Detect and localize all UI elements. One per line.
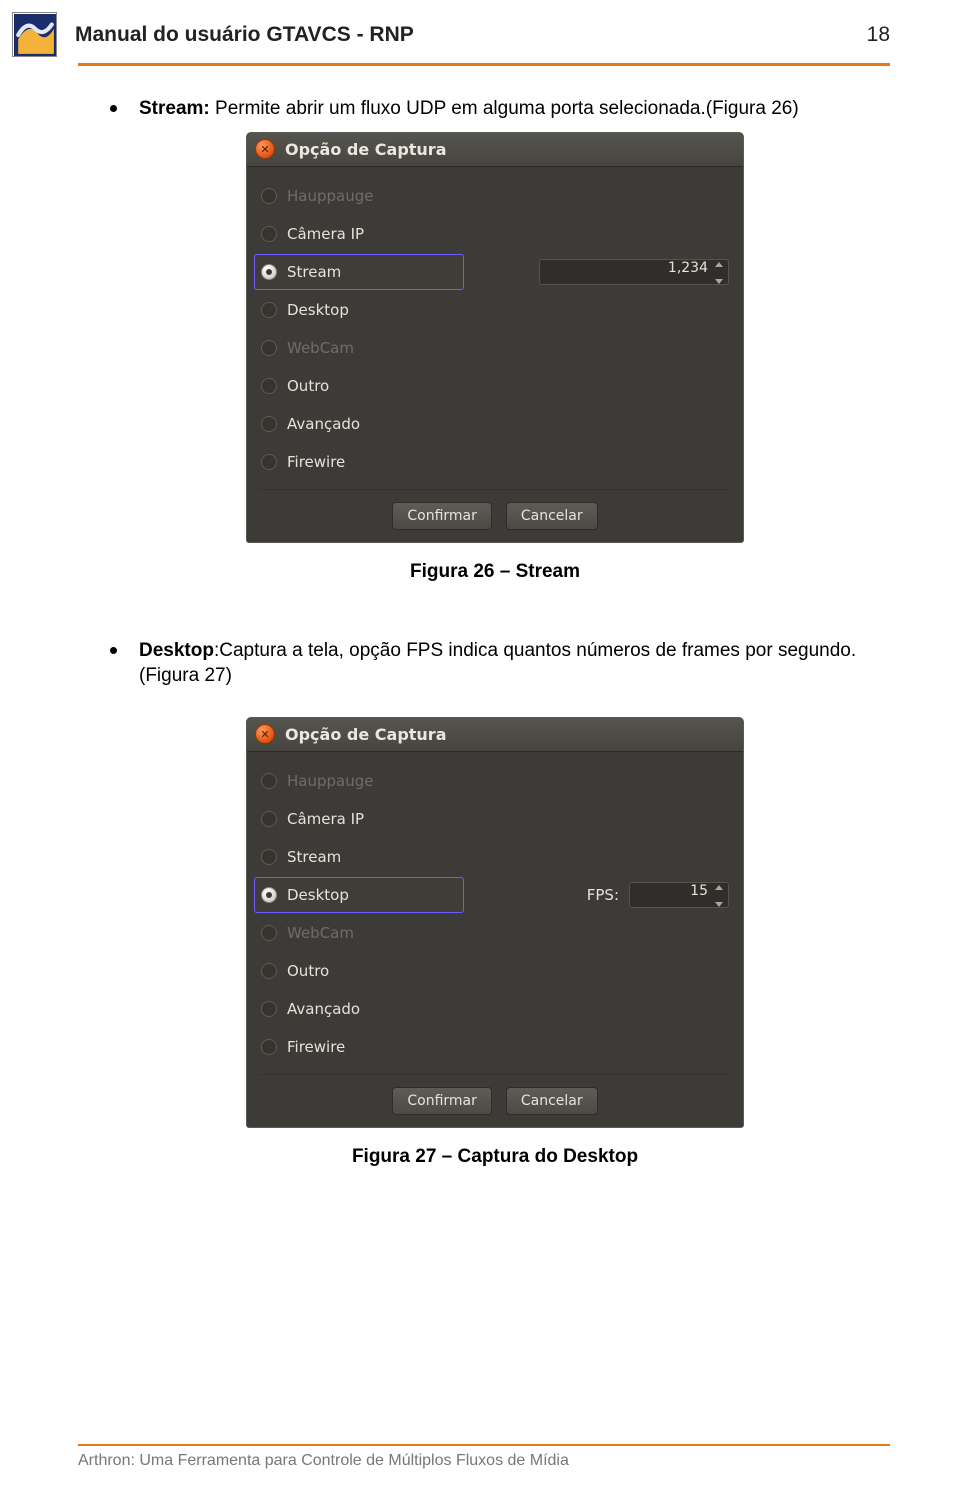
bullet-desktop-label: Desktop [139,640,214,661]
figure26-caption: Figura 26 – Stream [110,561,880,583]
option-stream[interactable]: Stream [261,838,729,876]
bullet-stream: Stream: Permite abrir um fluxo UDP em al… [110,96,880,122]
bullet-desktop: Desktop:Captura a tela, opção FPS indica… [110,638,880,689]
option-avancado[interactable]: Avançado [261,405,729,443]
spinner-icon[interactable] [712,885,726,907]
stream-port-input[interactable]: 1,234 [539,259,729,285]
option-firewire[interactable]: Firewire [261,443,729,481]
dialog-title: Opção de Captura [285,725,447,744]
spinner-icon[interactable] [712,262,726,284]
page-header: Manual do usuário GTAVCS - RNP 18 [0,0,960,61]
option-webcam[interactable]: WebCam [261,914,729,952]
dialog-title: Opção de Captura [285,140,447,159]
cancel-button[interactable]: Cancelar [506,1087,598,1115]
figure27-caption: Figura 27 – Captura do Desktop [110,1146,880,1168]
page-number: 18 [867,23,890,47]
close-icon[interactable]: ✕ [255,139,275,159]
page-footer: Arthron: Uma Ferramenta para Controle de… [78,1444,890,1470]
footer-divider [78,1444,890,1446]
option-stream[interactable]: Stream [254,254,464,290]
header-title: Manual do usuário GTAVCS - RNP [75,23,867,47]
capture-dialog-stream: ✕ Opção de Captura Hauppauge Câmera IP S… [246,132,744,543]
confirm-button[interactable]: Confirmar [392,1087,492,1115]
bullet-stream-text: Permite abrir um fluxo UDP em alguma por… [215,98,799,119]
option-outro[interactable]: Outro [261,367,729,405]
fps-label: FPS: [587,886,619,904]
option-avancado[interactable]: Avançado [261,990,729,1028]
option-cameraip[interactable]: Câmera IP [261,800,729,838]
bullet-icon [110,105,117,112]
capture-dialog-desktop: ✕ Opção de Captura Hauppauge Câmera IP S… [246,717,744,1128]
page-content: Stream: Permite abrir um fluxo UDP em al… [0,66,960,1168]
option-hauppauge[interactable]: Hauppauge [261,177,729,215]
dialog-titlebar: ✕ Opção de Captura [247,133,743,167]
option-desktop[interactable]: Desktop [254,877,464,913]
confirm-button[interactable]: Confirmar [392,502,492,530]
option-outro[interactable]: Outro [261,952,729,990]
option-hauppauge[interactable]: Hauppauge [261,762,729,800]
cancel-button[interactable]: Cancelar [506,502,598,530]
option-webcam[interactable]: WebCam [261,329,729,367]
bullet-desktop-text: :Captura a tela, opção FPS indica quanto… [139,640,856,687]
bullet-icon [110,647,117,654]
footer-text: Arthron: Uma Ferramenta para Controle de… [78,1452,890,1470]
bullet-stream-label: Stream: [139,98,215,119]
option-cameraip[interactable]: Câmera IP [261,215,729,253]
close-icon[interactable]: ✕ [255,724,275,744]
dialog-titlebar: ✕ Opção de Captura [247,718,743,752]
option-desktop[interactable]: Desktop [261,291,729,329]
logo-icon [12,12,57,57]
option-firewire[interactable]: Firewire [261,1028,729,1066]
fps-input[interactable]: 15 [629,882,729,908]
